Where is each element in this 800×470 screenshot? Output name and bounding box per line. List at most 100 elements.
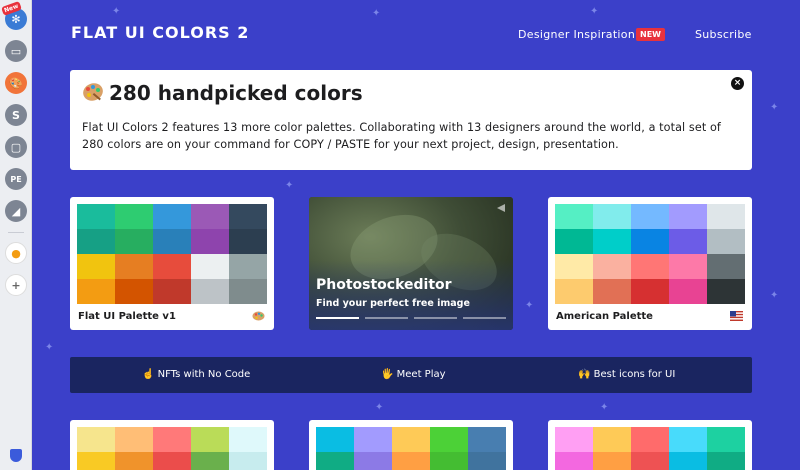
slide-dot[interactable] (414, 317, 457, 319)
link-best-icons[interactable]: 🙌 Best icons for UI (578, 369, 675, 380)
color-swatch[interactable] (669, 427, 707, 452)
color-swatch[interactable] (77, 204, 115, 229)
color-swatch[interactable] (153, 204, 191, 229)
color-swatch[interactable] (468, 452, 506, 470)
sparkle-icon: ✦ (590, 6, 599, 17)
color-swatch[interactable] (593, 452, 631, 470)
color-swatch[interactable] (468, 427, 506, 452)
color-swatch[interactable] (430, 452, 468, 470)
color-swatch[interactable] (354, 452, 392, 470)
color-swatch[interactable] (77, 229, 115, 254)
color-swatch[interactable] (555, 427, 593, 452)
color-swatch[interactable] (115, 204, 153, 229)
ad-card-photostockeditor[interactable]: Photostockeditor Find your perfect free … (309, 197, 513, 330)
color-swatch[interactable] (707, 229, 745, 254)
nav-designer-inspiration[interactable]: Designer Inspiration (518, 28, 635, 41)
color-swatch[interactable] (555, 204, 593, 229)
color-swatch[interactable] (669, 204, 707, 229)
color-swatch[interactable] (631, 427, 669, 452)
color-swatch[interactable] (153, 254, 191, 279)
color-swatch[interactable] (707, 452, 745, 470)
color-swatch[interactable] (354, 427, 392, 452)
color-swatch[interactable] (707, 427, 745, 452)
pe-icon[interactable]: PE (5, 168, 27, 190)
palette-card-american[interactable]: American Palette (548, 197, 752, 330)
color-swatch[interactable] (669, 254, 707, 279)
color-swatch[interactable] (593, 427, 631, 452)
color-swatch[interactable] (555, 254, 593, 279)
color-swatch[interactable] (631, 279, 669, 304)
slide-dot[interactable] (316, 317, 359, 319)
color-swatch[interactable] (191, 204, 229, 229)
link-nfts-no-code[interactable]: ☝️ NFTs with No Code (142, 369, 250, 380)
close-icon[interactable]: × (731, 77, 744, 90)
color-swatch[interactable] (77, 427, 115, 452)
color-swatch[interactable] (593, 229, 631, 254)
palette-card[interactable] (548, 420, 752, 470)
color-swatch[interactable] (153, 427, 191, 452)
color-swatch[interactable] (669, 452, 707, 470)
rail-divider (8, 232, 24, 233)
nav-subscribe[interactable]: Subscribe (695, 28, 752, 41)
color-swatch[interactable] (229, 204, 267, 229)
fruit-icon[interactable]: ● (5, 242, 27, 264)
color-swatch[interactable] (593, 254, 631, 279)
color-swatch[interactable] (707, 279, 745, 304)
color-swatch[interactable] (153, 279, 191, 304)
color-swatch[interactable] (669, 279, 707, 304)
add-icon[interactable]: + (5, 274, 27, 296)
color-swatch[interactable] (115, 229, 153, 254)
chart-icon[interactable]: ◢ (5, 200, 27, 222)
color-swatch[interactable] (191, 452, 229, 470)
sidebar-rail: ✻ New ▭ 🎨 S ▢ PE ◢ ● + (0, 0, 32, 470)
color-swatch[interactable] (229, 229, 267, 254)
s-icon[interactable]: S (5, 104, 27, 126)
browser-icon[interactable]: ▭ (5, 40, 27, 62)
color-swatch[interactable] (229, 427, 267, 452)
color-swatch[interactable] (77, 254, 115, 279)
color-swatch[interactable] (115, 427, 153, 452)
color-swatch[interactable] (593, 279, 631, 304)
palette-card-flat-ui-v1[interactable]: Flat UI Palette v1 (70, 197, 274, 330)
shield-icon[interactable] (10, 449, 22, 462)
color-swatch[interactable] (631, 254, 669, 279)
palette-card[interactable] (309, 420, 513, 470)
color-swatch[interactable] (707, 254, 745, 279)
color-swatch[interactable] (77, 279, 115, 304)
color-swatch[interactable] (115, 254, 153, 279)
color-swatch[interactable] (707, 204, 745, 229)
color-swatch[interactable] (115, 452, 153, 470)
color-swatch[interactable] (392, 427, 430, 452)
card-icon[interactable]: ▢ (5, 136, 27, 158)
color-swatch[interactable] (316, 427, 354, 452)
color-swatch[interactable] (229, 279, 267, 304)
color-swatch[interactable] (593, 204, 631, 229)
link-meet-play[interactable]: 🖐 Meet Play (381, 369, 446, 380)
color-swatch[interactable] (153, 229, 191, 254)
slide-dot[interactable] (463, 317, 506, 319)
color-swatch[interactable] (77, 452, 115, 470)
color-swatch[interactable] (631, 204, 669, 229)
sparkle-icon: ✦ (770, 290, 779, 301)
color-swatch[interactable] (191, 427, 229, 452)
color-swatch[interactable] (631, 452, 669, 470)
color-swatch[interactable] (191, 254, 229, 279)
slide-dot[interactable] (365, 317, 408, 319)
palette-icon[interactable]: 🎨 (5, 72, 27, 94)
site-logo[interactable]: FLAT UI COLORS 2 (71, 23, 249, 42)
color-swatch[interactable] (555, 279, 593, 304)
color-swatch[interactable] (669, 229, 707, 254)
color-swatch[interactable] (153, 452, 191, 470)
color-swatch[interactable] (555, 229, 593, 254)
color-swatch[interactable] (631, 229, 669, 254)
color-swatch[interactable] (392, 452, 430, 470)
color-swatch[interactable] (229, 254, 267, 279)
palette-card[interactable] (70, 420, 274, 470)
color-swatch[interactable] (229, 452, 267, 470)
color-swatch[interactable] (191, 279, 229, 304)
color-swatch[interactable] (191, 229, 229, 254)
color-swatch[interactable] (555, 452, 593, 470)
color-swatch[interactable] (115, 279, 153, 304)
color-swatch[interactable] (316, 452, 354, 470)
color-swatch[interactable] (430, 427, 468, 452)
